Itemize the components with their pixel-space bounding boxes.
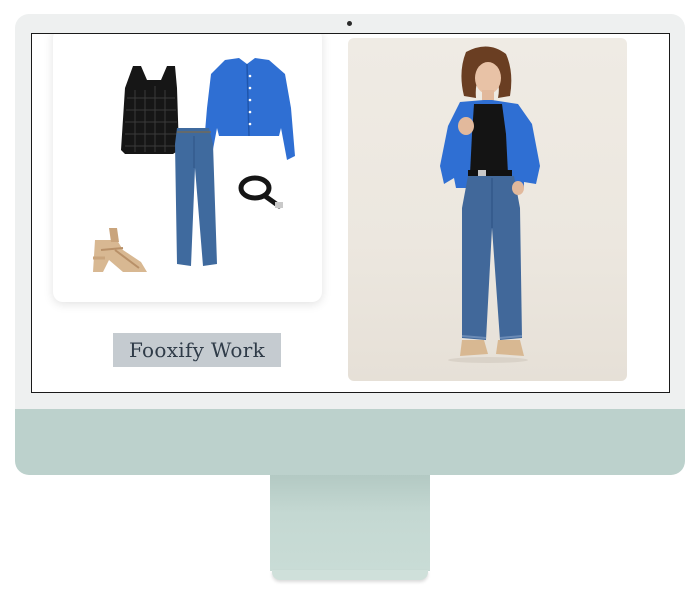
monitor-chin [15, 409, 685, 475]
model-wearing-outfit-image [440, 46, 540, 363]
camera-icon [347, 21, 352, 26]
outfit-caption: Fooxify Work [113, 333, 281, 367]
monitor-screen: Fooxify Work [31, 33, 670, 393]
monitor-stand-base [272, 570, 428, 580]
model-photo[interactable] [348, 38, 627, 381]
blue-cardigan-icon [203, 58, 295, 160]
straight-jeans-icon [175, 128, 217, 266]
outfit-flatlay-card[interactable] [53, 34, 322, 302]
black-belt-icon [238, 175, 283, 209]
monitor-stand [270, 475, 430, 571]
imac-mockup: Fooxify Work [0, 0, 700, 602]
outfit-flatlay-image [93, 58, 295, 272]
tan-platform-sandals-icon [93, 228, 147, 272]
black-tank-top-icon [121, 66, 179, 154]
